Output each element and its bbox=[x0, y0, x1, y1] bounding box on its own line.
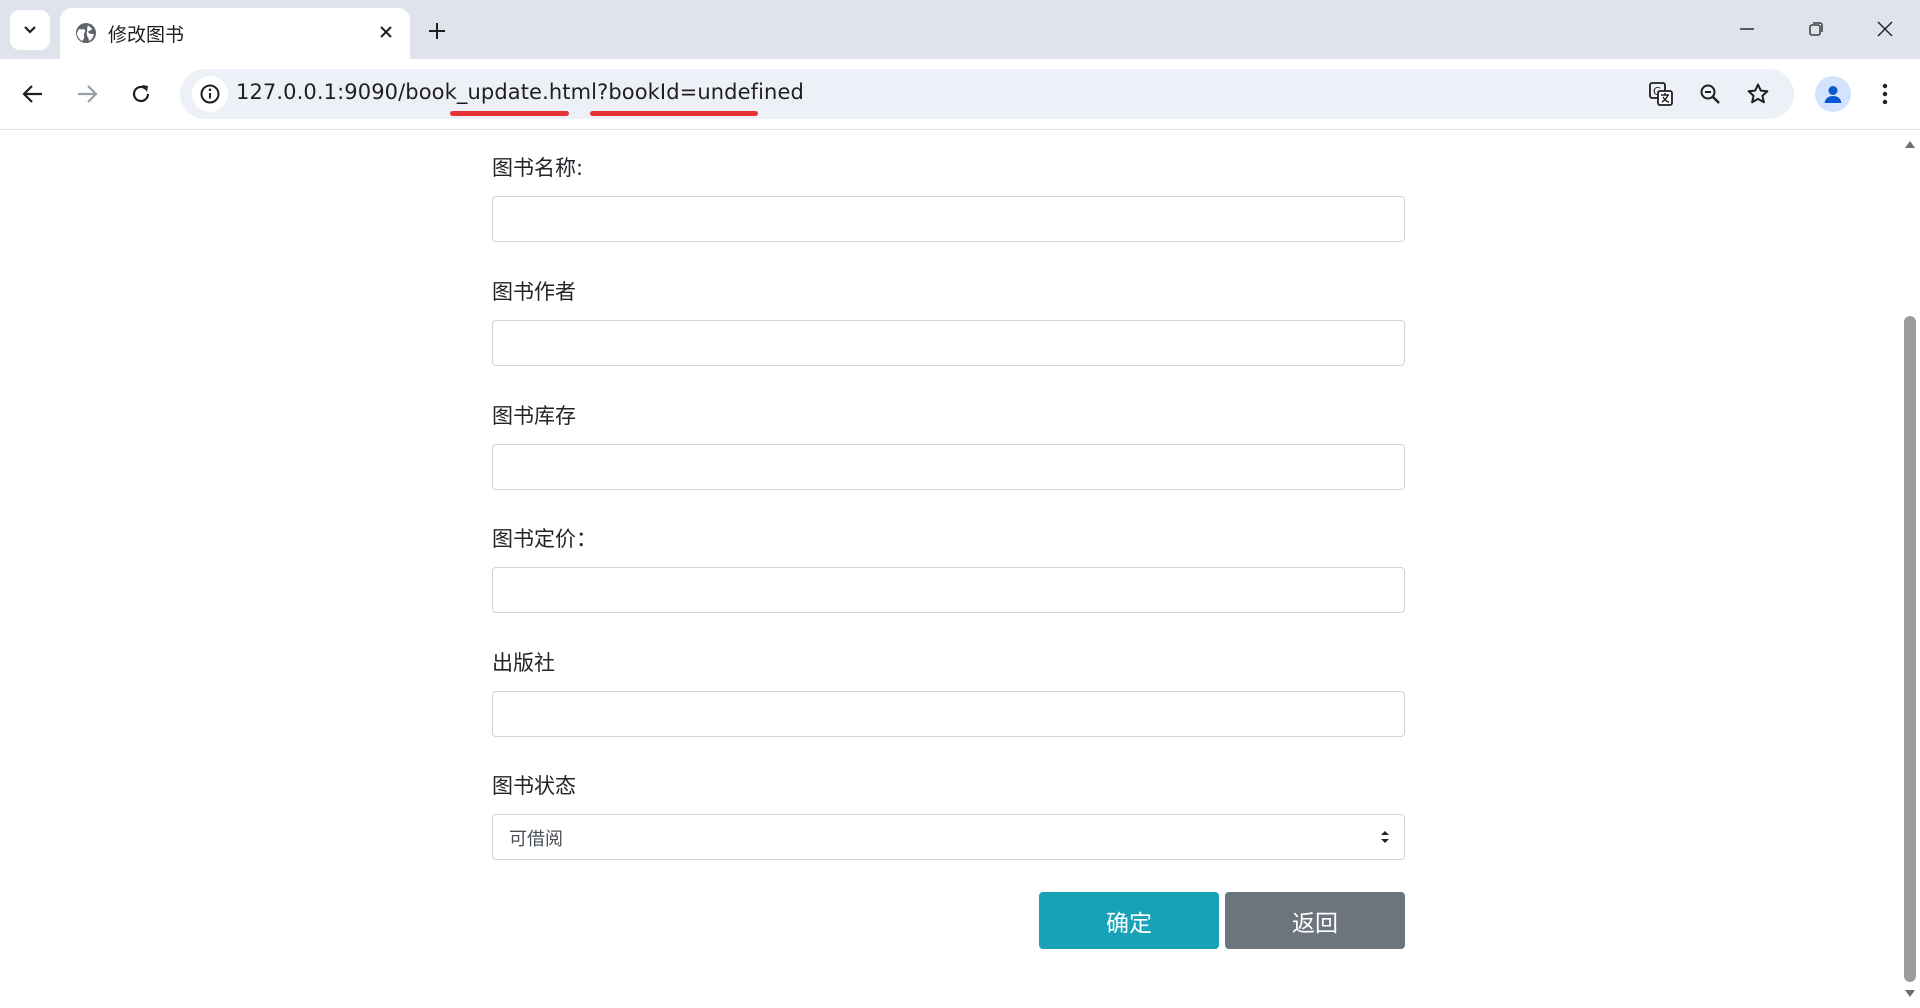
book-price-label: 图书定价： bbox=[492, 527, 597, 551]
site-info-button[interactable] bbox=[192, 76, 228, 112]
book-author-input[interactable] bbox=[492, 320, 1405, 366]
tab-strip: 修改图书 bbox=[0, 0, 1920, 59]
book-author-label: 图书作者 bbox=[492, 280, 576, 304]
translate-icon: G bbox=[1649, 82, 1673, 106]
translate-button[interactable]: G bbox=[1646, 79, 1676, 109]
book-price-input[interactable] bbox=[492, 567, 1405, 613]
arrow-right-icon bbox=[78, 85, 98, 103]
minimize-button[interactable] bbox=[1732, 14, 1762, 44]
plus-icon bbox=[429, 23, 445, 39]
new-tab-button[interactable] bbox=[422, 16, 452, 46]
bookmark-button[interactable] bbox=[1743, 79, 1773, 109]
address-bar[interactable]: 127.0.0.1:9090/book_update.html?bookId=u… bbox=[180, 69, 1794, 119]
restore-icon bbox=[1809, 22, 1823, 36]
annotation-underline-page bbox=[450, 111, 569, 116]
person-icon bbox=[1824, 86, 1842, 103]
close-icon bbox=[380, 26, 392, 38]
zoom-button[interactable] bbox=[1695, 79, 1725, 109]
back-button[interactable] bbox=[16, 77, 50, 111]
publisher-label: 出版社 bbox=[492, 651, 555, 675]
close-window-button[interactable] bbox=[1870, 14, 1900, 44]
page-scrollbar[interactable] bbox=[1900, 130, 1920, 1008]
restore-button[interactable] bbox=[1801, 14, 1831, 44]
zoom-out-icon bbox=[1700, 84, 1720, 104]
forward-button[interactable] bbox=[70, 77, 104, 111]
url-host: 127.0.0.1:9090/ bbox=[236, 80, 406, 104]
info-icon bbox=[200, 84, 220, 104]
profile-button[interactable] bbox=[1815, 76, 1851, 112]
publisher-input[interactable] bbox=[492, 691, 1405, 737]
scroll-down-arrow-icon[interactable] bbox=[1904, 988, 1916, 1000]
annotation-underline-query bbox=[590, 111, 758, 116]
browser-toolbar: 127.0.0.1:9090/book_update.html?bookId=u… bbox=[0, 59, 1920, 130]
reload-icon bbox=[132, 85, 150, 103]
book-stock-input[interactable] bbox=[492, 444, 1405, 490]
minimize-icon bbox=[1740, 28, 1754, 30]
book-name-label: 图书名称: bbox=[492, 156, 584, 180]
more-vert-icon bbox=[1882, 83, 1888, 105]
arrow-left-icon bbox=[22, 85, 42, 103]
tab-search-button[interactable] bbox=[10, 10, 50, 50]
star-icon bbox=[1747, 83, 1769, 104]
back-button-page[interactable]: 返回 bbox=[1225, 892, 1405, 949]
book-stock-label: 图书库存 bbox=[492, 404, 576, 428]
chevron-down-icon bbox=[24, 26, 36, 34]
reload-button[interactable] bbox=[124, 77, 158, 111]
active-tab[interactable]: 修改图书 bbox=[60, 8, 410, 59]
close-icon bbox=[1877, 21, 1893, 37]
globe-icon bbox=[76, 23, 96, 43]
book-status-selected: 可借阅 bbox=[509, 829, 563, 850]
url-text[interactable]: 127.0.0.1:9090/book_update.html?bookId=u… bbox=[236, 80, 804, 104]
browser-menu-button[interactable] bbox=[1870, 77, 1900, 111]
book-name-input[interactable] bbox=[492, 196, 1405, 242]
book-status-select[interactable]: 可借阅 bbox=[492, 814, 1405, 860]
confirm-button[interactable]: 确定 bbox=[1039, 892, 1219, 949]
scroll-up-arrow-icon[interactable] bbox=[1904, 138, 1916, 150]
tab-title: 修改图书 bbox=[108, 24, 185, 46]
select-arrows-icon bbox=[1381, 831, 1389, 843]
tab-close-button[interactable] bbox=[374, 20, 398, 44]
book-status-label: 图书状态 bbox=[492, 774, 576, 798]
page-viewport: 图书名称: 图书作者 图书库存 图书定价： 出版社 图书状态 可借阅 确定 返回 bbox=[0, 130, 1900, 1008]
scroll-thumb[interactable] bbox=[1904, 316, 1916, 982]
url-path: book_update.html?bookId=undefined bbox=[405, 80, 804, 104]
